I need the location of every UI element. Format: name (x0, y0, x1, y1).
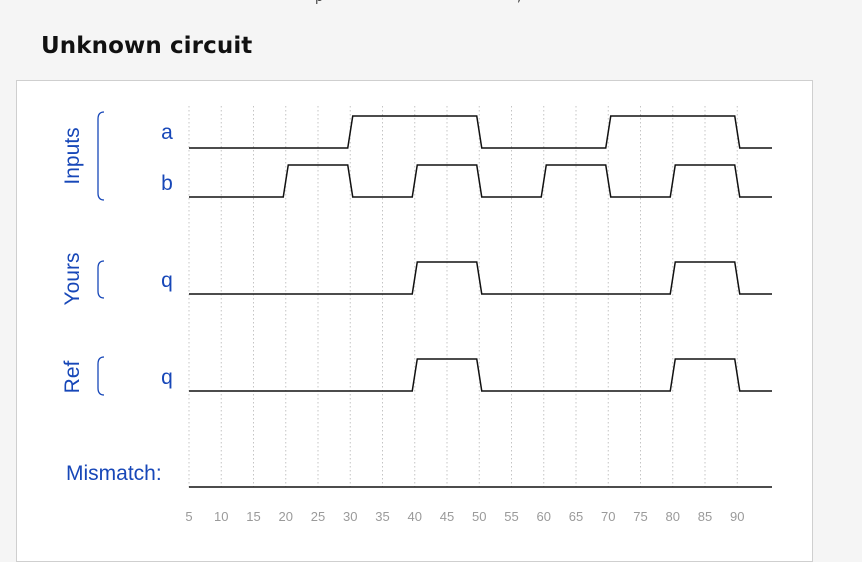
tick-label: 5 (185, 509, 192, 524)
tick-label: 50 (472, 509, 486, 524)
tick-label: 10 (214, 509, 228, 524)
group-label-yours: Yours (61, 253, 84, 306)
trace-yours-q (189, 261, 772, 295)
signal-label-yours-q: q (161, 269, 173, 292)
trace-inputs-a (189, 115, 772, 149)
tick-label: 35 (375, 509, 389, 524)
tick-label: 15 (246, 509, 260, 524)
group-brace-ref (97, 356, 105, 396)
signal-label-inputs-b: b (161, 172, 173, 195)
mismatch-label: Mismatch: (66, 462, 162, 485)
signal-label-ref-q: q (161, 366, 173, 389)
tick-label: 75 (633, 509, 647, 524)
waveform-diagram: Inputs a b Yours q Ref q Mismatch: 5 10 15 20 25 30 35… (61, 106, 772, 524)
tick-label: 55 (504, 509, 518, 524)
tick-label: 45 (440, 509, 454, 524)
group-brace-yours (97, 260, 105, 299)
tick-label: 40 (408, 509, 422, 524)
page-title: Unknown circuit (41, 33, 253, 59)
signal-label-inputs-a: a (161, 121, 173, 144)
top-fragment-right: , (517, 0, 521, 5)
trace-inputs-b (189, 164, 772, 198)
tick-label: 70 (601, 509, 615, 524)
group-label-inputs: Inputs (61, 127, 84, 184)
group-label-ref: Ref (61, 360, 84, 393)
group-brace-inputs (97, 111, 105, 201)
tick-label: 20 (279, 509, 293, 524)
top-cutoff-text: p , (300, 0, 600, 6)
tick-label: 60 (537, 509, 551, 524)
waveform-panel: Inputs a b Yours q Ref q Mismatch: 5 10 15 20 25 30 35… (16, 80, 813, 562)
tick-label: 80 (666, 509, 680, 524)
tick-label: 90 (730, 509, 744, 524)
trace-ref-q (189, 358, 772, 392)
top-fragment-left: p (315, 0, 323, 5)
tick-label: 25 (311, 509, 325, 524)
tick-label: 30 (343, 509, 357, 524)
tick-label: 65 (569, 509, 583, 524)
tick-label: 85 (698, 509, 712, 524)
